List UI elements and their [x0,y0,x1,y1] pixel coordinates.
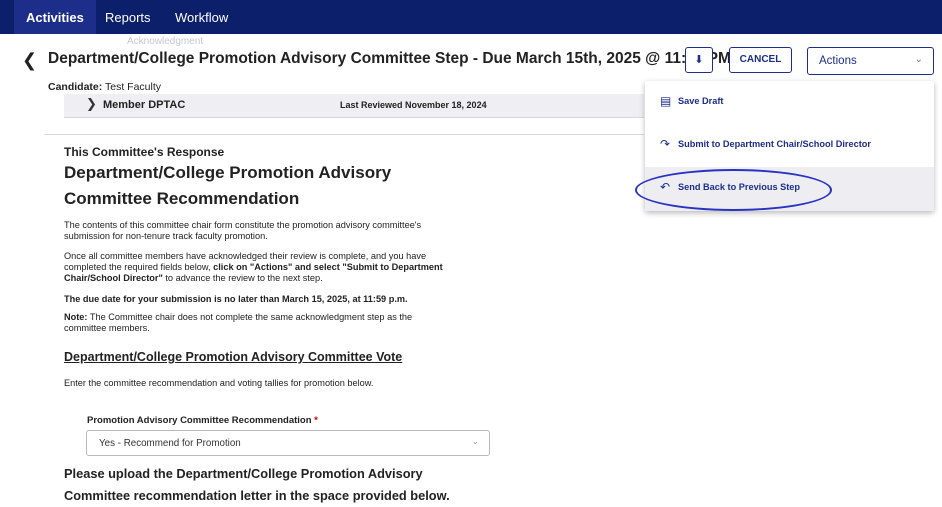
instructions-paragraph: Once all committee members have acknowle… [64,251,444,284]
note-text: The Committee chair does not complete th… [64,312,413,333]
menu-item-send-back[interactable]: ↶ Send Back to Previous Step [645,167,934,211]
instructions-text-c: to advance the review to the next step. [162,273,323,283]
actions-dropdown[interactable]: Actions ⌄ [807,47,934,75]
menu-item-label: Save Draft [678,96,724,106]
chevron-left-icon[interactable]: ❮ [22,50,37,71]
recommendation-value: Yes - Recommend for Promotion [99,438,241,449]
ghost-tooltip-text: Acknowledgment [127,36,204,47]
actions-menu: ▤ Save Draft ↷ Submit to Department Chai… [645,81,934,211]
section-divider [44,134,644,135]
due-date-paragraph: The due date for your submission is no l… [64,294,408,304]
vote-heading: Department/College Promotion Advisory Co… [64,350,403,364]
nav-item-activities[interactable]: Activities [14,0,96,34]
recommendation-field-label: Promotion Advisory Committee Recommendat… [87,415,318,426]
intro-paragraph: The contents of this committee chair for… [64,220,422,241]
last-reviewed-text: Last Reviewed November 18, 2024 [340,100,487,110]
nav-item-workflow[interactable]: Workflow [175,0,228,34]
chevron-down-icon: ⌄ [471,437,479,447]
actions-label: Actions [819,55,857,67]
recommendation-select[interactable]: Yes - Recommend for Promotion ⌄ [86,430,490,456]
chevron-down-icon: ⌄ [914,54,923,65]
recommendation-label-text: Promotion Advisory Committee Recommendat… [87,415,312,426]
member-label: Member DPTAC [103,99,186,111]
menu-item-label: Submit to Department Chair/School Direct… [678,139,871,149]
menu-item-label: Send Back to Previous Step [678,182,801,192]
candidate-value: Test Faculty [105,81,162,93]
note-label: Note: [64,312,88,322]
vote-description: Enter the committee recommendation and v… [64,378,374,388]
required-asterisk: * [314,415,318,426]
note-paragraph: Note: The Committee chair does not compl… [64,312,444,334]
download-icon: ⬇ [694,54,704,66]
candidate-label: Candidate: [48,81,103,93]
save-icon: ▤ [660,94,672,108]
forward-arrow-icon: ↷ [660,137,671,151]
candidate-line: Candidate: Test Faculty [48,81,161,93]
menu-item-save-draft[interactable]: ▤ Save Draft [645,81,934,125]
chevron-right-icon: ❯ [86,97,97,112]
back-arrow-icon: ↶ [660,180,671,194]
cancel-button[interactable]: CANCEL [729,47,792,73]
menu-item-submit[interactable]: ↷ Submit to Department Chair/School Dire… [645,124,934,168]
page-title: Department/College Promotion Advisory Co… [48,50,731,67]
nav-item-reports[interactable]: Reports [105,0,151,34]
section-label: This Committee's Response [64,145,225,159]
top-nav-bar: Activities Reports Workflow [0,0,942,34]
member-dptac-row[interactable]: ❯ Member DPTAC Last Reviewed November 18… [64,94,644,118]
upload-heading: Please upload the Department/College Pro… [64,466,450,503]
main-heading: Department/College Promotion Advisory Co… [64,163,392,208]
download-button[interactable]: ⬇ [685,47,713,73]
